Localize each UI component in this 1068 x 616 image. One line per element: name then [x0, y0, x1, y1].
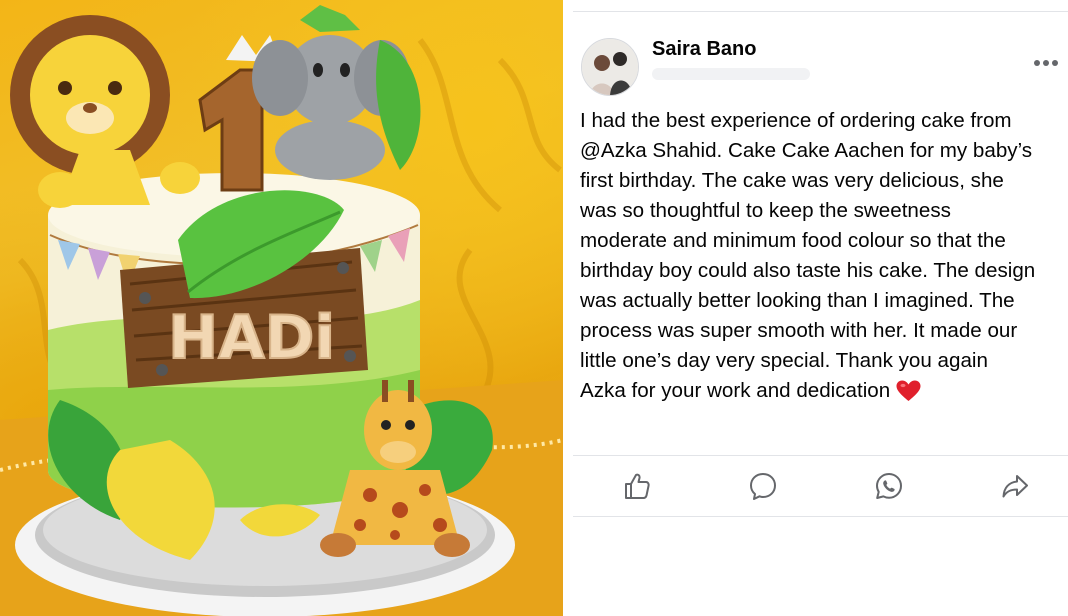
- like-button[interactable]: [617, 468, 657, 504]
- post-timestamp-blurred: [652, 68, 810, 80]
- post-text-line: Azka for your work and dedication: [580, 379, 891, 402]
- post-text-line: I had the best experience of ordering ca…: [580, 109, 1012, 132]
- avatar-photo-icon: [582, 39, 638, 95]
- post-text-line: birthday boy could also taste his cake. …: [580, 259, 1036, 282]
- actions-top-divider: [573, 455, 1068, 456]
- comment-bubble-icon: [750, 473, 776, 500]
- post-text-line: little one’s day very special. Thank you…: [580, 349, 988, 372]
- post-text-line: process was super smooth with her. It ma…: [580, 319, 1018, 342]
- cake-illustration: HADi: [0, 5, 563, 616]
- post-text-line: first birthday. The cake was very delici…: [580, 169, 1004, 192]
- share-button[interactable]: [995, 468, 1035, 504]
- whatsapp-icon: [876, 473, 902, 499]
- comment-button[interactable]: [743, 468, 783, 504]
- post-text-line: moderate and minimum food colour so that…: [580, 229, 1006, 252]
- cake-photo[interactable]: HADi: [0, 0, 563, 616]
- actions-bottom-divider: [573, 516, 1068, 517]
- thumbs-up-icon: [625, 473, 650, 499]
- post-card: Saira Bano I had the best experience of …: [573, 0, 1068, 616]
- author-name[interactable]: Saira Bano: [652, 38, 756, 61]
- post-text-line: was so thoughtful to keep the sweetness: [580, 199, 951, 222]
- post-text-line: @Azka Shahid. Cake Cake Aachen for my ba…: [580, 139, 1033, 162]
- post-text-line: was actually better looking than I imagi…: [580, 289, 1015, 312]
- post-text: I had the best experience of ordering ca…: [580, 106, 1068, 406]
- profile-avatar[interactable]: [581, 38, 639, 96]
- cake-name-topper: HADi: [168, 303, 335, 373]
- post-text-line-last: Azka for your work and dedication: [580, 376, 1068, 406]
- more-options-icon[interactable]: [1033, 58, 1059, 68]
- whatsapp-button[interactable]: [869, 468, 909, 504]
- share-arrow-icon: [1002, 475, 1028, 498]
- heart-emoji-icon: [896, 380, 921, 401]
- photo-divider: [563, 0, 573, 616]
- top-divider: [573, 11, 1068, 12]
